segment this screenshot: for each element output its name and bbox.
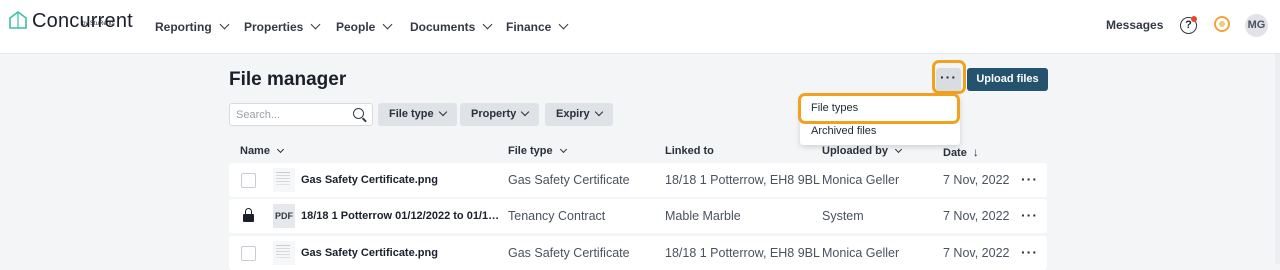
- uploaded-by: Monica Geller: [822, 246, 900, 260]
- nav-documents[interactable]: Documents: [410, 0, 493, 53]
- filter-label: Property: [471, 108, 517, 120]
- column-label: File type: [508, 145, 553, 157]
- filter-expiry[interactable]: Expiry: [545, 103, 613, 126]
- nav-label: People: [336, 19, 376, 34]
- top-nav-bar: Concurrent by StuRents Reporting Propert…: [0, 0, 1280, 54]
- chevron-down-icon: [382, 19, 393, 30]
- sort-arrow-icon: ↓: [972, 145, 979, 159]
- row-more-icon[interactable]: ···: [1021, 199, 1038, 231]
- upload-date: 7 Nov, 2022: [943, 246, 1010, 260]
- table-row[interactable]: PDF 18/18 1 Potterrow 01/12/2022 to 01/1…: [229, 199, 1047, 233]
- notification-dot: [1191, 16, 1197, 22]
- linked-to: 18/18 1 Potterrow, EH8 9BL: [665, 246, 820, 260]
- brand-subtitle: by StuRents: [82, 21, 115, 27]
- nav-label: Reporting: [155, 19, 212, 34]
- nav-reporting[interactable]: Reporting: [155, 0, 230, 53]
- chevron-down-icon: [594, 107, 603, 117]
- uploaded-by: System: [822, 209, 864, 223]
- search-input[interactable]: [230, 104, 346, 125]
- row-checkbox[interactable]: [241, 246, 256, 261]
- messages-link[interactable]: Messages: [1106, 18, 1163, 32]
- nav-properties[interactable]: Properties: [244, 0, 321, 53]
- chevron-down-icon: [276, 145, 285, 153]
- file-thumbnail: [273, 168, 295, 192]
- column-header-date[interactable]: Date ↓: [943, 145, 979, 159]
- file-name[interactable]: Gas Safety Certificate.png: [301, 236, 505, 270]
- row-more-icon[interactable]: ···: [1021, 236, 1038, 268]
- chevron-down-icon: [482, 19, 493, 30]
- filter-file-type[interactable]: File type: [378, 103, 457, 126]
- file-thumbnail: [273, 241, 295, 265]
- lock-icon: [243, 208, 254, 222]
- column-header-name[interactable]: Name: [240, 145, 285, 157]
- scrollbar[interactable]: [1275, 54, 1280, 264]
- chevron-down-icon: [559, 145, 567, 153]
- chevron-down-icon: [310, 19, 321, 30]
- column-header-uploaded-by[interactable]: Uploaded by: [822, 145, 903, 157]
- chevron-down-icon: [521, 107, 530, 117]
- chevron-down-icon: [558, 19, 569, 30]
- table-row[interactable]: Gas Safety Certificate.png Gas Safety Ce…: [229, 163, 1047, 197]
- chevron-down-icon: [438, 107, 447, 117]
- nav-label: Documents: [410, 19, 476, 34]
- nav-label: Properties: [244, 19, 304, 34]
- linked-to: Mable Marble: [665, 209, 741, 223]
- pdf-file-icon: PDF: [273, 204, 295, 228]
- column-header-linked-to: Linked to: [665, 145, 714, 157]
- row-more-icon[interactable]: ···: [1021, 163, 1038, 195]
- house-logo-icon: [9, 11, 27, 29]
- uploaded-by: Monica Geller: [822, 173, 900, 187]
- column-label: Uploaded by: [822, 145, 889, 157]
- highlight-file-types: [798, 93, 960, 124]
- organisation-logo-icon[interactable]: [1214, 16, 1230, 32]
- nav-finance[interactable]: Finance: [506, 0, 569, 53]
- search-box: [229, 103, 373, 126]
- row-checkbox[interactable]: [241, 173, 256, 188]
- upload-date: 7 Nov, 2022: [943, 173, 1010, 187]
- search-icon[interactable]: [353, 108, 364, 119]
- column-header-file-type[interactable]: File type: [508, 145, 567, 157]
- file-type: Tenancy Contract: [508, 209, 606, 223]
- chevron-down-icon: [219, 19, 230, 30]
- file-type: Gas Safety Certificate: [508, 246, 630, 260]
- file-name[interactable]: Gas Safety Certificate.png: [301, 163, 505, 197]
- nav-label: Finance: [506, 19, 552, 34]
- page-title: File manager: [229, 69, 347, 90]
- nav-people[interactable]: People: [336, 0, 393, 53]
- file-type: Gas Safety Certificate: [508, 173, 630, 187]
- column-label: Date: [943, 147, 967, 159]
- upload-date: 7 Nov, 2022: [943, 209, 1010, 223]
- filter-label: File type: [389, 108, 434, 120]
- menu-item-archived-files[interactable]: Archived files: [811, 125, 876, 137]
- highlight-more-options: [932, 60, 966, 94]
- file-name[interactable]: 18/18 1 Potterrow 01/12/2022 to 01/12/20…: [301, 199, 503, 233]
- chevron-down-icon: [894, 145, 903, 153]
- table-row[interactable]: Gas Safety Certificate.png Gas Safety Ce…: [229, 236, 1047, 270]
- user-avatar[interactable]: MG: [1245, 14, 1268, 37]
- linked-to: 18/18 1 Potterrow, EH8 9BL: [665, 173, 820, 187]
- filter-label: Expiry: [556, 108, 590, 120]
- upload-files-button[interactable]: Upload files: [967, 68, 1048, 91]
- filter-property[interactable]: Property: [460, 103, 540, 126]
- column-label: Name: [240, 145, 270, 157]
